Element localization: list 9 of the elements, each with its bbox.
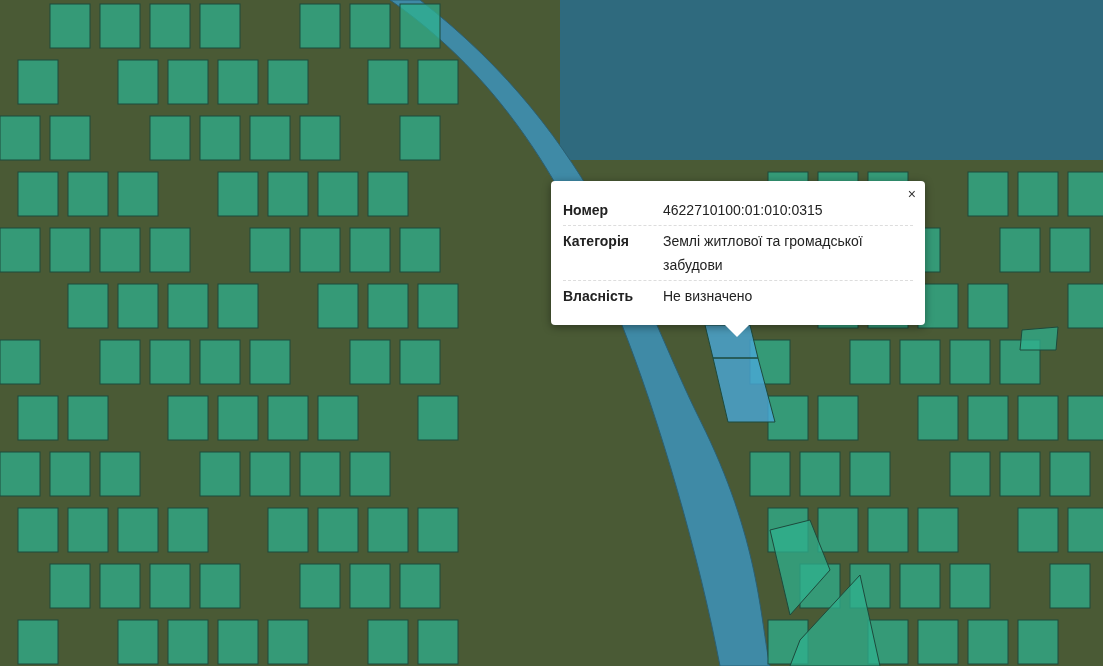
field-value: Не визначено — [663, 287, 754, 306]
map-view[interactable]: × Номер 4622710100:01:010:0315 Категорія Землі житлової та громадської забудови Власність Не визначено — [0, 0, 1103, 666]
field-label: Номер — [563, 201, 610, 220]
field-label: Власність — [563, 287, 635, 306]
field-label: Категорія — [563, 232, 630, 251]
close-button[interactable]: × — [904, 187, 919, 201]
field-value: 4622710100:01:010:0315 — [663, 201, 824, 220]
field-value: Землі житлової та громадської забудови — [663, 232, 864, 275]
popup-pointer-icon — [725, 325, 749, 337]
